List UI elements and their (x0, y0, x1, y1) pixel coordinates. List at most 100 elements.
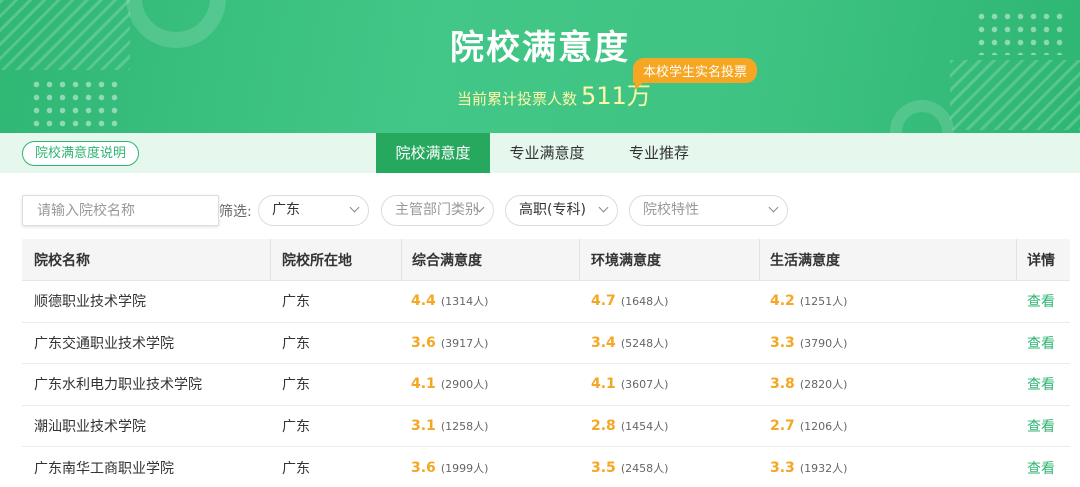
view-detail-link[interactable]: 查看 (1027, 281, 1055, 322)
real-name-vote-badge: 本校学生实名投票 (633, 58, 758, 90)
env-score-cell: 4.1 (3607人) (591, 364, 668, 405)
school-location: 广东 (282, 460, 310, 477)
region-select-value: 广东 (272, 202, 300, 218)
header-life: 生活满意度 (770, 252, 840, 269)
env-count: (1454人) (620, 420, 669, 434)
life-score: 3.8 (770, 376, 795, 393)
overall-score-cell: 4.4 (1314人) (411, 281, 488, 322)
life-score-cell: 3.3 (3790人) (770, 323, 847, 364)
table-row: 广东交通职业技术学院 广东 3.6 (3917人) 3.4 (5248人) 3.3 (… (22, 323, 1070, 365)
feature-select-placeholder: 院校特性 (643, 202, 699, 218)
env-count: (1648人) (620, 295, 669, 309)
env-score-cell: 3.4 (5248人) (591, 323, 668, 364)
env-count: (5248人) (620, 336, 669, 350)
school-name: 广东交通职业技术学院 (34, 335, 174, 352)
env-score: 2.8 (591, 418, 616, 435)
chevron-down-icon (349, 202, 360, 213)
column-divider (759, 239, 760, 281)
overall-score: 3.6 (411, 334, 436, 351)
life-score-cell: 3.3 (1932人) (770, 447, 847, 487)
env-score: 3.5 (591, 459, 616, 476)
tab-major-satisfaction[interactable]: 专业满意度 (490, 133, 604, 173)
header-location: 院校所在地 (282, 252, 352, 269)
column-divider (1016, 239, 1017, 281)
column-divider (401, 239, 402, 281)
life-score-cell: 4.2 (1251人) (770, 281, 847, 322)
table-row: 广东南华工商职业学院 广东 3.6 (1999人) 3.5 (2458人) 3.3 (… (22, 447, 1070, 487)
view-detail-link[interactable]: 查看 (1027, 447, 1055, 487)
school-name: 广东南华工商职业学院 (34, 460, 174, 477)
chevron-down-icon (768, 202, 779, 213)
overall-count: (2900人) (440, 378, 489, 392)
overall-count: (1314人) (440, 295, 489, 309)
tab-school-satisfaction[interactable]: 院校满意度 (376, 133, 490, 173)
life-score-cell: 2.7 (1206人) (770, 406, 847, 447)
overall-count: (1999人) (440, 461, 489, 475)
view-detail-link[interactable]: 查看 (1027, 406, 1055, 447)
header-overall: 综合满意度 (412, 252, 482, 269)
vote-count-label: 当前累计投票人数 (457, 90, 578, 108)
view-detail-link[interactable]: 查看 (1027, 364, 1055, 405)
env-score: 4.1 (591, 376, 616, 393)
env-count: (3607人) (620, 378, 669, 392)
table-header-row: 院校名称 院校所在地 综合满意度 环境满意度 生活满意度 详情 (22, 239, 1070, 281)
school-location: 广东 (282, 335, 310, 352)
env-score: 3.4 (591, 334, 616, 351)
table-row: 潮汕职业技术学院 广东 3.1 (1258人) 2.8 (1454人) 2.7 (12… (22, 406, 1070, 448)
tab-bar: 院校满意度说明 院校满意度 专业满意度 专业推荐 (0, 133, 1080, 173)
school-location: 广东 (282, 419, 310, 436)
overall-score: 3.6 (411, 459, 436, 476)
life-score: 2.7 (770, 418, 795, 435)
overall-score: 3.1 (411, 418, 436, 435)
tab-major-recommendation[interactable]: 专业推荐 (604, 133, 714, 173)
column-divider (579, 239, 580, 281)
filter-label: 筛选: (219, 204, 252, 220)
satisfaction-table: 院校名称 院校所在地 综合满意度 环境满意度 生活满意度 详情 顺德职业技术学院… (22, 239, 1070, 487)
school-name: 广东水利电力职业技术学院 (34, 377, 202, 394)
env-score-cell: 4.7 (1648人) (591, 281, 668, 322)
life-count: (1932人) (799, 461, 848, 475)
overall-count: (1258人) (440, 420, 489, 434)
department-select[interactable]: 主管部门类别 (381, 195, 494, 226)
feature-select[interactable]: 院校特性 (629, 195, 788, 226)
school-name: 潮汕职业技术学院 (34, 419, 146, 436)
overall-score: 4.1 (411, 376, 436, 393)
header-environment: 环境满意度 (591, 252, 661, 269)
life-score-cell: 3.8 (2820人) (770, 364, 847, 405)
overall-score-cell: 3.1 (1258人) (411, 406, 488, 447)
header-school-name: 院校名称 (34, 252, 90, 269)
header-detail: 详情 (1027, 252, 1055, 269)
env-score-cell: 3.5 (2458人) (591, 447, 668, 487)
column-divider (270, 239, 271, 281)
chevron-down-icon (598, 202, 609, 213)
level-select[interactable]: 高职(专科) (505, 195, 618, 226)
vote-summary: 当前累计投票人数 511万 (457, 76, 651, 111)
school-location: 广东 (282, 377, 310, 394)
overall-score-cell: 3.6 (3917人) (411, 323, 488, 364)
overall-score: 4.4 (411, 293, 436, 310)
overall-count: (3917人) (440, 336, 489, 350)
view-detail-link[interactable]: 查看 (1027, 323, 1055, 364)
department-select-placeholder: 主管部门类别 (395, 202, 479, 218)
env-score: 4.7 (591, 293, 616, 310)
env-count: (2458人) (620, 461, 669, 475)
region-select[interactable]: 广东 (258, 195, 369, 226)
header-banner: 院校满意度 当前累计投票人数 511万 本校学生实名投票 (0, 0, 1080, 133)
school-location: 广东 (282, 294, 310, 311)
satisfaction-explain-button[interactable]: 院校满意度说明 (22, 141, 140, 166)
table-row: 顺德职业技术学院 广东 4.4 (1314人) 4.7 (1648人) 4.2 (12… (22, 281, 1070, 323)
life-score: 4.2 (770, 293, 795, 310)
life-count: (2820人) (799, 378, 848, 392)
school-name: 顺德职业技术学院 (34, 294, 146, 311)
table-row: 广东水利电力职业技术学院 广东 4.1 (2900人) 4.1 (3607人) 3.… (22, 364, 1070, 406)
decorative-stripes (950, 60, 1080, 130)
decorative-ring (890, 100, 954, 133)
env-score-cell: 2.8 (1454人) (591, 406, 668, 447)
life-score: 3.3 (770, 334, 795, 351)
page-title: 院校满意度 (450, 28, 630, 68)
overall-score-cell: 3.6 (1999人) (411, 447, 488, 487)
school-search-input[interactable] (22, 195, 219, 226)
life-count: (1251人) (799, 295, 848, 309)
life-score: 3.3 (770, 459, 795, 476)
level-select-value: 高职(专科) (519, 202, 586, 218)
